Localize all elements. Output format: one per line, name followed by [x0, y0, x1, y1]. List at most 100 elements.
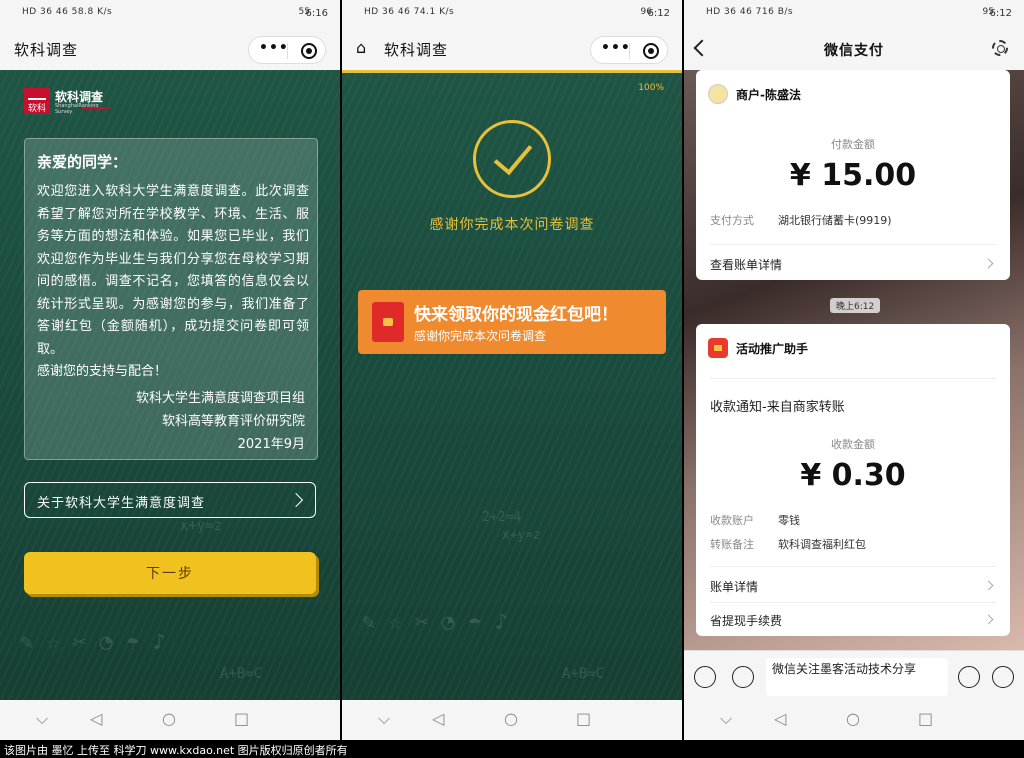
- status-bar: HD 36 46 74.1 K/s 96 6:12: [342, 0, 682, 28]
- pay-method-value: 湖北银行储蓄卡(9919): [778, 214, 892, 227]
- nav-down-icon[interactable]: ⌵: [36, 709, 48, 729]
- survey-intro-screen: HD 36 46 58.8 K/s 55 6:16 软科调查 ••• x+y=z…: [0, 0, 340, 740]
- letter-close: 感谢您的支持与配合！: [37, 364, 168, 379]
- status-network: HD 36 46 716 B/s: [706, 7, 794, 17]
- nav-down-icon[interactable]: ⌵: [720, 709, 732, 729]
- message-time: 晚上6:12: [830, 298, 881, 313]
- pay-method-key: 支付方式: [710, 214, 754, 227]
- back-triangle-icon[interactable]: ◁: [774, 709, 786, 728]
- chevron-right-icon: [983, 258, 994, 269]
- chevron-right-icon: [983, 614, 994, 625]
- progress-bar: [342, 70, 682, 73]
- red-envelope-icon: [372, 302, 404, 342]
- success-check-icon: [473, 120, 551, 198]
- formula-doodle: x+y=z: [502, 528, 542, 543]
- letter-text: 欢迎您进入软科大学生满意度调查。此次调查希望了解您对所在学校教学、环境、生活、服…: [37, 184, 309, 357]
- account-value: 零钱: [778, 514, 800, 527]
- capsule-menu[interactable]: •••: [248, 36, 326, 64]
- card-divider: [710, 566, 996, 567]
- home-icon[interactable]: ⌂: [356, 38, 366, 57]
- signature-org1: 软科大学生满意度调查项目组: [135, 391, 305, 406]
- capsule-divider: [287, 43, 288, 59]
- home-circle-icon[interactable]: ○: [162, 709, 176, 728]
- wechat-pay-chat-screen: HD 36 46 716 B/s 95 6:12 微信支付 商户-陈盛法 付款金…: [684, 0, 1024, 740]
- recents-square-icon[interactable]: □: [576, 709, 591, 728]
- logo-subtitle: ShanghaiRanking Survey: [55, 103, 99, 115]
- voice-icon[interactable]: [732, 666, 754, 688]
- chat-wallpaper: 商户-陈盛法 付款金额 ¥ 15.00 支付方式 湖北银行储蓄卡(9919) 查…: [684, 70, 1024, 650]
- recents-square-icon[interactable]: □: [234, 709, 249, 728]
- survey-complete-screen: HD 36 46 74.1 K/s 96 6:12 ⌂ 软科调查 ••• 100…: [342, 0, 682, 740]
- note-key: 转账备注: [710, 538, 754, 551]
- chat-navbar: 微信支付: [684, 28, 1024, 70]
- card-divider: [710, 602, 996, 603]
- about-survey-button[interactable]: 关于软科大学生满意度调查: [24, 482, 316, 518]
- receive-amount-label: 收款金额: [831, 438, 875, 451]
- sender-name: 活动推广助手: [736, 342, 809, 356]
- receipt-notice: 收款通知-来自商家转账: [710, 400, 845, 415]
- message-input[interactable]: 微信关注墨客活动技术分享: [766, 658, 948, 696]
- welcome-letter-card: 亲爱的同学： 欢迎您进入软科大学生满意度调查。此次调查希望了解您对所在学校教学、…: [24, 138, 318, 460]
- back-triangle-icon[interactable]: ◁: [90, 709, 102, 728]
- thanks-message: 感谢你完成本次问卷调查: [429, 217, 595, 233]
- bill-details-link[interactable]: 账单详情: [710, 578, 758, 595]
- formula-doodle: A+B=C: [562, 666, 605, 682]
- status-time: 6:12: [989, 8, 1012, 19]
- plus-icon[interactable]: [992, 666, 1014, 688]
- status-bar: HD 36 46 716 B/s 95 6:12: [684, 0, 1024, 28]
- red-packet-banner[interactable]: 快来领取你的现金红包吧！ 感谢你完成本次问卷调查: [358, 290, 666, 354]
- more-icon[interactable]: •••: [601, 40, 631, 56]
- school-icons-doodle: ✎ ☆ ✂ ◔ ☂ ♪: [20, 630, 166, 655]
- gear-icon[interactable]: [992, 40, 1008, 56]
- about-survey-label: 关于软科大学生满意度调查: [37, 496, 206, 511]
- chevron-right-icon: [288, 492, 304, 508]
- card-divider: [710, 378, 996, 379]
- close-mini-program-icon[interactable]: [301, 43, 317, 59]
- watermark-caption: 该图片由 墨忆 上传至 科学刀 www.kxdao.net 图片版权归原创者所有: [0, 740, 1024, 758]
- status-network: HD 36 46 58.8 K/s: [22, 7, 113, 17]
- next-step-label: 下一步: [146, 566, 194, 582]
- progress-percent: 100%: [638, 83, 664, 93]
- page-title: 软科调查: [384, 41, 449, 59]
- status-time: 6:12: [647, 8, 670, 19]
- logo-underline: [82, 107, 110, 109]
- status-network: HD 36 46 74.1 K/s: [364, 7, 455, 17]
- red-packet-title: 快来领取你的现金红包吧！: [414, 305, 618, 325]
- mini-program-navbar: ⌂ 软科调查 •••: [342, 28, 682, 70]
- receipt-card[interactable]: 活动推广助手 收款通知-来自商家转账 收款金额 ¥ 0.30 收款账户 零钱 转…: [696, 324, 1010, 636]
- signature-date: 2021年9月: [237, 437, 305, 452]
- next-step-button[interactable]: 下一步: [24, 552, 316, 594]
- pay-amount-label: 付款金额: [831, 138, 875, 151]
- emoji-icon[interactable]: [958, 666, 980, 688]
- chalkboard-background: x+y=z A+B=C ✎ ☆ ✂ ◔ ☂ ♪ 软科 软科调查 Shanghai…: [0, 70, 340, 700]
- account-key: 收款账户: [710, 514, 754, 527]
- recents-square-icon[interactable]: □: [918, 709, 933, 728]
- chat-title: 微信支付: [824, 43, 884, 59]
- more-icon[interactable]: •••: [259, 40, 289, 56]
- system-nav-bar: ⌵ ◁ ○ □: [684, 700, 1024, 740]
- red-packet-subtitle: 感谢你完成本次问卷调查: [414, 329, 547, 343]
- view-bill-link[interactable]: 查看账单详情: [710, 256, 782, 273]
- logo-mark: 软科: [27, 104, 46, 114]
- checkmark: [493, 134, 533, 176]
- red-packet-avatar-icon: [708, 338, 728, 358]
- system-nav-bar: ⌵ ◁ ○ □: [0, 700, 340, 740]
- payment-card[interactable]: 商户-陈盛法 付款金额 ¥ 15.00 支付方式 湖北银行储蓄卡(9919) 查…: [696, 70, 1010, 280]
- save-fee-link[interactable]: 省提现手续费: [710, 612, 782, 629]
- home-circle-icon[interactable]: ○: [846, 709, 860, 728]
- close-mini-program-icon[interactable]: [643, 43, 659, 59]
- formula-doodle: x+y=z: [180, 518, 223, 534]
- formula-doodle: A+B=C: [220, 666, 263, 682]
- menu-list-icon[interactable]: [694, 666, 716, 688]
- capsule-menu[interactable]: •••: [590, 36, 668, 64]
- chevron-right-icon: [983, 580, 994, 591]
- nav-down-icon[interactable]: ⌵: [378, 709, 390, 729]
- chat-input-bar: 微信关注墨客活动技术分享: [684, 650, 1024, 700]
- ruanke-logo-icon: 软科: [24, 88, 50, 114]
- back-triangle-icon[interactable]: ◁: [432, 709, 444, 728]
- status-time: 6:16: [305, 8, 328, 19]
- chalkboard-background: 100% 感谢你完成本次问卷调查 快来领取你的现金红包吧！ 感谢你完成本次问卷调…: [342, 70, 682, 700]
- greeting: 亲爱的同学：: [37, 153, 128, 171]
- home-circle-icon[interactable]: ○: [504, 709, 518, 728]
- card-divider: [710, 244, 996, 245]
